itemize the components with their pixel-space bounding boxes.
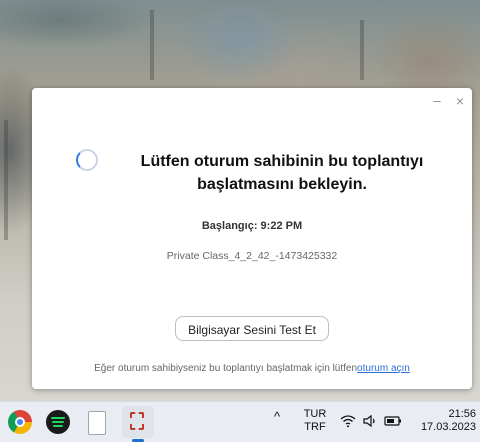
test-computer-audio-button[interactable]: Bilgisayar Sesini Test Et xyxy=(175,316,329,341)
start-time: Başlangıç: 9:22 PM xyxy=(201,220,303,232)
close-button[interactable]: × xyxy=(453,94,467,108)
clock-time: 21:56 xyxy=(448,408,476,420)
waiting-message-line1: Lütfen oturum sahibinin bu toplantıyı xyxy=(140,153,424,170)
waiting-message-line2: başlatmasını bekleyin. xyxy=(197,176,367,193)
meeting-name: Private Class_4_2_42_-1473425332 xyxy=(166,250,338,262)
sign-in-link[interactable]: oturum açın xyxy=(357,363,410,374)
taskbar: ^ TUR TRF 21:56 17.03.2023 xyxy=(0,401,480,442)
battery-icon[interactable] xyxy=(384,414,402,428)
language-line1: TUR xyxy=(303,408,327,420)
file-icon[interactable] xyxy=(88,411,106,435)
wallpaper-figure xyxy=(4,120,8,240)
wifi-icon[interactable] xyxy=(340,414,356,428)
chrome-icon[interactable] xyxy=(8,410,32,434)
spotify-icon[interactable] xyxy=(46,410,70,434)
loading-spinner-icon xyxy=(76,149,98,171)
language-indicator[interactable]: TUR TRF xyxy=(300,408,330,434)
waiting-for-host-dialog: – × Lütfen oturum sahibinin bu toplantıy… xyxy=(32,88,472,389)
minimize-button[interactable]: – xyxy=(430,94,444,108)
language-line2: TRF xyxy=(304,421,326,433)
footer-text: Eğer oturum sahibiyseniz bu toplantıyı b… xyxy=(94,363,358,374)
host-sign-in-footer: Eğer oturum sahibiyseniz bu toplantıyı b… xyxy=(32,363,472,374)
snipping-tool-icon[interactable] xyxy=(122,406,154,438)
volume-icon[interactable] xyxy=(362,414,378,428)
scissors-icon xyxy=(130,412,144,430)
clock-date: 17.03.2023 xyxy=(420,421,476,433)
clock[interactable]: 21:56 17.03.2023 xyxy=(420,408,476,434)
wallpaper-pillar xyxy=(150,10,154,80)
chevron-up-icon[interactable]: ^ xyxy=(274,410,280,423)
wallpaper-pillar xyxy=(360,20,364,80)
